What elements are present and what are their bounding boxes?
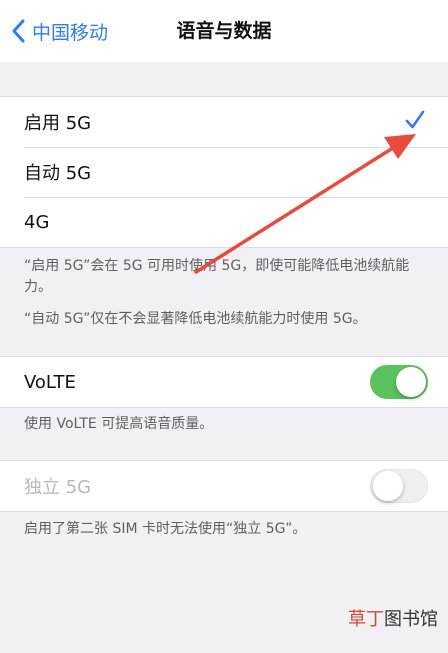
watermark-dark-text: 图书馆 [384,609,438,630]
page-title: 语音与数据 [176,20,272,42]
sa-5g-label: 独立 5G [24,477,92,498]
option-auto-5g[interactable]: 自动 5G [0,147,448,197]
option-label: 自动 5G [24,163,92,184]
watermark-red-text: 草丁 [348,609,384,630]
network-mode-group: 启用 5G 自动 5G 4G [0,96,448,248]
sa-5g-group: 独立 5G [0,460,448,512]
watermark: 草丁图书馆 [348,605,438,631]
sa-5g-toggle[interactable] [370,469,428,503]
volte-note: 使用 VoLTE 可提高语音质量。 [24,416,214,432]
option-enable-5g[interactable]: 启用 5G [0,97,448,147]
toggle-knob [373,471,403,501]
option-label: 启用 5G [24,113,92,134]
volte-group: VoLTE [0,356,448,408]
enable-5g-note: “启用 5G”会在 5G 可用时使用 5G，即使可能降低电池续航能力。 [24,258,410,295]
toggle-knob [396,367,426,397]
nav-bar: 中国移动 语音与数据 [0,0,448,62]
checkmark-icon [405,110,425,129]
volte-label: VoLTE [24,371,76,393]
volte-toggle[interactable] [370,365,428,399]
volte-row: VoLTE [0,357,448,407]
sa-5g-row: 独立 5G [0,461,448,511]
option-label: 4G [24,211,50,233]
option-4g[interactable]: 4G [0,197,448,247]
auto-5g-note: “自动 5G”仅在不会显著降低电池续航能力时使用 5G。 [24,311,367,327]
sa-5g-note: 启用了第二张 SIM 卡时无法使用“独立 5G”。 [24,521,307,537]
